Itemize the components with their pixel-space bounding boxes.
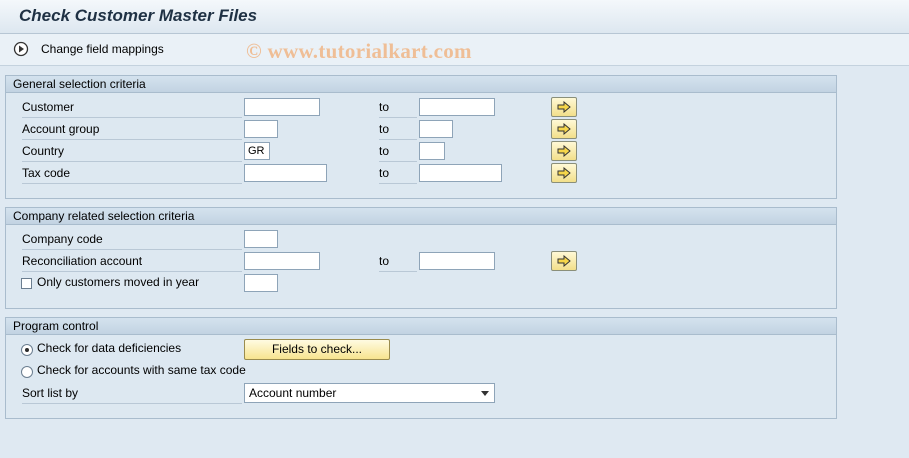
fields-to-check-button[interactable]: Fields to check... <box>244 339 390 360</box>
general-selection-header: General selection criteria <box>6 76 836 93</box>
company-code-input[interactable] <box>244 230 278 248</box>
same-tax-code-radio[interactable] <box>21 366 33 378</box>
chevron-down-icon <box>481 391 489 396</box>
company-selection-group: Company related selection criteria Compa… <box>5 207 837 309</box>
customer-to-label: to <box>379 98 417 118</box>
tax-code-to-input[interactable] <box>419 164 502 182</box>
moved-in-year-input[interactable] <box>244 274 278 292</box>
execute-clock-icon <box>12 40 30 58</box>
program-control-header: Program control <box>6 318 836 335</box>
multiple-selection-arrow-icon <box>557 145 571 157</box>
account-group-label: Account group <box>22 120 242 140</box>
tax-code-multiple-selection-button[interactable] <box>551 163 577 183</box>
multiple-selection-arrow-icon <box>557 255 571 267</box>
account-group-multiple-selection-button[interactable] <box>551 119 577 139</box>
tax-code-from-input[interactable] <box>244 164 327 182</box>
moved-in-year-checkbox[interactable] <box>21 278 32 289</box>
customer-from-input[interactable] <box>244 98 320 116</box>
customer-label: Customer <box>22 98 242 118</box>
multiple-selection-arrow-icon <box>557 123 571 135</box>
reconciliation-account-row: Reconciliation account to <box>6 251 836 273</box>
company-code-row: Company code <box>6 229 836 251</box>
multiple-selection-arrow-icon <box>557 167 571 179</box>
company-selection-header: Company related selection criteria <box>6 208 836 225</box>
reconciliation-account-multiple-selection-button[interactable] <box>551 251 577 271</box>
country-from-input[interactable]: GR <box>244 142 270 160</box>
company-code-label: Company code <box>22 230 242 250</box>
sort-list-label: Sort list by <box>22 384 242 404</box>
customer-to-input[interactable] <box>419 98 495 116</box>
sort-list-value: Account number <box>249 386 337 400</box>
sort-list-row: Sort list by Account number <box>6 383 836 405</box>
page-title: Check Customer Master Files <box>19 6 258 25</box>
watermark: © www.tutorialkart.com <box>246 39 472 63</box>
same-tax-code-label: Check for accounts with same tax code <box>37 363 246 377</box>
customer-multiple-selection-button[interactable] <box>551 97 577 117</box>
account-group-to-label: to <box>379 120 417 140</box>
title-bar: Check Customer Master Files <box>0 0 909 34</box>
tax-code-to-label: to <box>379 164 417 184</box>
data-deficiencies-row: Check for data deficiencies Fields to ch… <box>6 339 836 361</box>
multiple-selection-arrow-icon <box>557 101 571 113</box>
country-label: Country <box>22 142 242 162</box>
change-field-mappings-label: Change field mappings <box>41 42 164 56</box>
reconciliation-account-to-label: to <box>379 252 417 272</box>
country-to-label: to <box>379 142 417 162</box>
change-field-mappings-button[interactable]: Change field mappings <box>12 39 164 59</box>
country-row: Country GR to <box>6 141 836 163</box>
account-group-row: Account group to <box>6 119 836 141</box>
account-group-to-input[interactable] <box>419 120 453 138</box>
tax-code-label: Tax code <box>22 164 242 184</box>
moved-in-year-row: Only customers moved in year <box>6 273 836 295</box>
data-deficiencies-label: Check for data deficiencies <box>37 341 182 355</box>
reconciliation-account-from-input[interactable] <box>244 252 320 270</box>
reconciliation-account-to-input[interactable] <box>419 252 495 270</box>
tax-code-row: Tax code to <box>6 163 836 185</box>
country-multiple-selection-button[interactable] <box>551 141 577 161</box>
country-to-input[interactable] <box>419 142 445 160</box>
customer-row: Customer to <box>6 97 836 119</box>
same-tax-code-row: Check for accounts with same tax code <box>6 361 836 383</box>
program-control-group: Program control Check for data deficienc… <box>5 317 837 419</box>
moved-in-year-label: Only customers moved in year <box>37 275 200 289</box>
reconciliation-account-label: Reconciliation account <box>22 252 242 272</box>
data-deficiencies-radio[interactable] <box>21 344 33 356</box>
sort-list-dropdown[interactable]: Account number <box>244 383 495 403</box>
account-group-from-input[interactable] <box>244 120 278 138</box>
general-selection-group: General selection criteria Customer to A… <box>5 75 837 199</box>
